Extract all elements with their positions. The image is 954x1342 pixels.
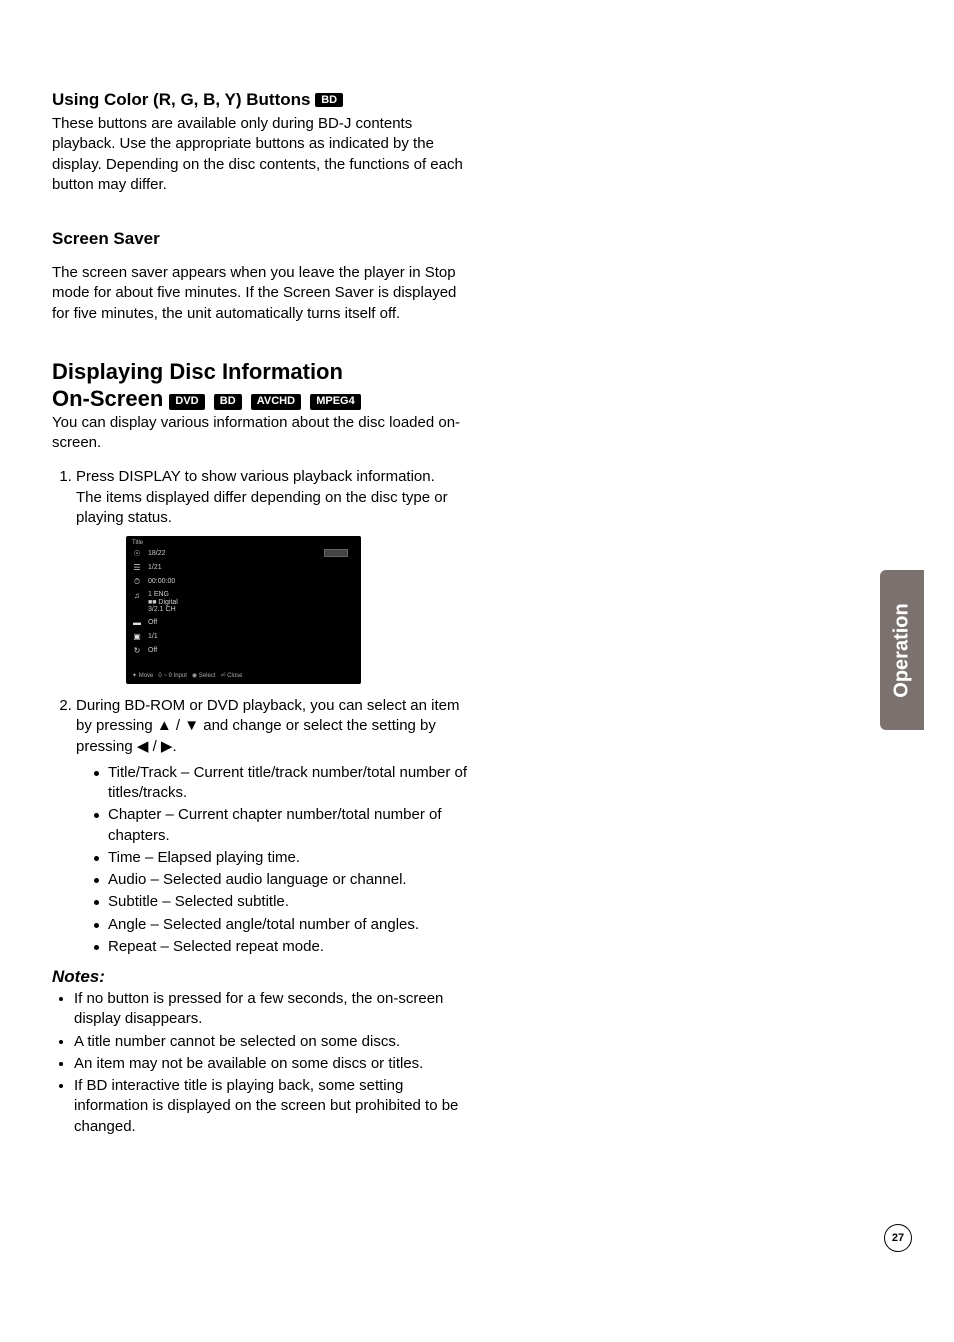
osd-repeat-val: Off [148, 646, 157, 655]
heading-disc-info-line1: Displaying Disc Information [52, 359, 343, 384]
osd-subtitle-val: Off [148, 618, 157, 627]
disc-icon: ☉ [132, 549, 142, 559]
subtitle-icon: ▬ [132, 618, 142, 628]
item-audio: Audio – Selected audio language or chann… [94, 870, 472, 890]
heading-color-buttons: Using Color (R, G, B, Y) Buttons BD [52, 90, 472, 110]
osd-title-val: 18/22 [148, 549, 166, 558]
heading-disc-info: Displaying Disc Information On-Screen DV… [52, 358, 472, 413]
side-tab-operation: Operation [880, 570, 924, 730]
item-angle: Angle – Selected angle/total number of a… [94, 915, 472, 935]
note-1: If no button is pressed for a few second… [74, 989, 472, 1030]
osd-footer: ✦ Move 0 ~ 9 Input ◉ Select ⏎ Close [132, 672, 243, 680]
badge-avchd: AVCHD [251, 394, 301, 410]
osd-row-subtitle: ▬ Off [132, 618, 157, 628]
note-3: An item may not be available on some dis… [74, 1054, 472, 1074]
disc-info-items: Title/Track – Current title/track number… [76, 763, 472, 957]
chapter-icon: ☰ [132, 563, 142, 573]
osd-row-repeat: ↻ Off [132, 646, 157, 656]
main-column: Using Color (R, G, B, Y) Buttons BD Thes… [52, 90, 472, 1139]
note-2: A title number cannot be selected on som… [74, 1032, 472, 1052]
side-area: Operation 27 [838, 0, 954, 1342]
badge-bd: BD [315, 93, 343, 107]
badge-mpeg4: MPEG4 [310, 394, 361, 410]
item-title: Title/Track – Current title/track number… [94, 763, 472, 804]
heading-disc-info-line2: On-Screen [52, 386, 163, 411]
badge-bd: BD [214, 394, 242, 410]
osd-row-title: ☉ 18/22 [132, 549, 166, 559]
osd-header: Title [132, 539, 143, 547]
para-color-buttons: These buttons are available only during … [52, 114, 472, 195]
osd-foot-select: ◉ Select [192, 672, 216, 680]
item-chapter: Chapter – Current chapter number/total n… [94, 805, 472, 846]
osd-row-audio: ♫ 1 ENG ■■ Digital 3/2.1 CH [132, 591, 178, 614]
angle-icon: ▣ [132, 632, 142, 642]
clock-icon: ⏱ [132, 577, 142, 587]
page-number: 27 [884, 1224, 912, 1252]
note-4: If BD interactive title is playing back,… [74, 1076, 472, 1137]
notes-list: If no button is pressed for a few second… [52, 989, 472, 1137]
step-2-text: During BD-ROM or DVD playback, you can s… [76, 697, 459, 755]
item-time: Time – Elapsed playing time. [94, 848, 472, 868]
steps-list: Press DISPLAY to show various playback i… [52, 467, 472, 957]
osd-foot-input: 0 ~ 9 Input [158, 672, 187, 680]
heading-text: Using Color (R, G, B, Y) Buttons [52, 90, 310, 109]
badges-row: DVD BD AVCHD MPEG4 [169, 386, 363, 411]
para-screen-saver: The screen saver appears when you leave … [52, 263, 472, 324]
heading-screen-saver: Screen Saver [52, 229, 472, 249]
step-1a: Press DISPLAY to show various playback i… [76, 468, 435, 485]
osd-chapter-val: 1/21 [148, 563, 162, 572]
step-1: Press DISPLAY to show various playback i… [76, 467, 472, 684]
step-2: During BD-ROM or DVD playback, you can s… [76, 696, 472, 957]
osd-row-chapter: ☰ 1/21 [132, 563, 162, 573]
side-tab-label: Operation [891, 603, 914, 697]
osd-foot-close: ⏎ Close [220, 672, 242, 680]
manual-page: Using Color (R, G, B, Y) Buttons BD Thes… [0, 0, 954, 1342]
osd-angle-val: 1/1 [148, 632, 158, 641]
step-1b: The items displayed differ depending on … [76, 489, 448, 526]
osd-row-angle: ▣ 1/1 [132, 632, 158, 642]
osd-audio-val: 1 ENG ■■ Digital 3/2.1 CH [148, 591, 178, 614]
badge-dvd: DVD [169, 394, 204, 410]
repeat-icon: ↻ [132, 646, 142, 656]
para-disc-info-intro: You can display various information abou… [52, 413, 472, 454]
osd-row-time: ⏱ 00:00:00 [132, 577, 175, 587]
osd-time-val: 00:00:00 [148, 577, 175, 586]
notes-heading: Notes: [52, 967, 472, 987]
osd-screenshot: Title ☉ 18/22 ☰ 1/21 ⏱ 00:00:00 [126, 536, 361, 684]
osd-foot-move: ✦ Move [132, 672, 153, 680]
item-subtitle: Subtitle – Selected subtitle. [94, 892, 472, 912]
audio-icon: ♫ [132, 591, 142, 601]
osd-corner [325, 550, 347, 556]
item-repeat: Repeat – Selected repeat mode. [94, 937, 472, 957]
